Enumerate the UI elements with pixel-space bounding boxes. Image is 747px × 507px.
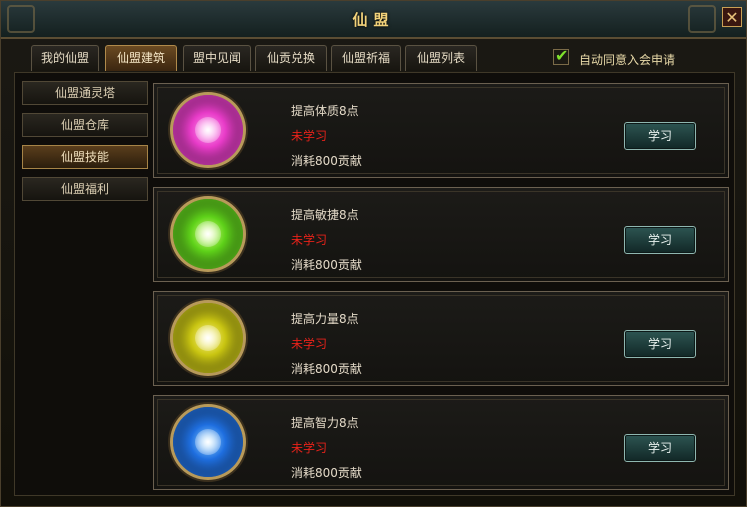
skill-card-intelligence: 提高智力8点 未学习 消耗800贡献 学习 [153,395,729,490]
skill-name: 提高体质8点 [291,104,359,118]
close-button[interactable]: ✕ [722,7,742,27]
skill-status: 未学习 [291,233,328,247]
tab-contribution-exchange[interactable]: 仙贡兑换 [255,45,327,71]
auto-accept-label: 自动同意入会申请 [579,53,676,67]
skill-card-agility: 提高敏捷8点 未学习 消耗800贡献 学习 [153,187,729,282]
skill-name: 提高敏捷8点 [291,208,359,222]
auto-accept-checkbox[interactable]: ✔ [553,46,569,65]
skill-name: 提高力量8点 [291,312,359,326]
skill-status: 未学习 [291,129,328,143]
skill-status: 未学习 [291,441,328,455]
guild-window: 仙盟 ✕ 我的仙盟 仙盟建筑 盟中见闻 仙贡兑换 仙盟祈福 仙盟列表 ✔ 自动同… [0,0,747,507]
window-title: 仙盟 [352,11,395,29]
skill-status: 未学习 [291,337,328,351]
skill-cost: 消耗800贡献 [291,362,362,376]
skill-card-constitution: 提高体质8点 未学习 消耗800贡献 学习 [153,83,729,178]
skill-cost: 消耗800贡献 [291,258,362,272]
tab-guild-list[interactable]: 仙盟列表 [405,45,477,71]
skill-name: 提高智力8点 [291,416,359,430]
tab-my-guild[interactable]: 我的仙盟 [31,45,99,71]
learn-button[interactable]: 学习 [624,434,696,462]
corner-ornament-icon [688,5,716,33]
checkmark-icon: ✔ [555,46,569,65]
learn-button[interactable]: 学习 [624,122,696,150]
skill-cost: 消耗800贡献 [291,466,362,480]
skill-cost: 消耗800贡献 [291,154,362,168]
close-icon: ✕ [725,8,739,27]
content-panel: 仙盟通灵塔 仙盟仓库 仙盟技能 仙盟福利 提高体质8点 未学习 消耗800贡献 … [14,72,735,496]
sidebar: 仙盟通灵塔 仙盟仓库 仙盟技能 仙盟福利 [22,81,150,209]
sidebar-item-welfare[interactable]: 仙盟福利 [22,177,148,201]
tab-guild-buildings[interactable]: 仙盟建筑 [105,45,177,71]
skill-orb-icon [170,92,246,168]
skill-orb-icon [170,404,246,480]
sidebar-item-skills[interactable]: 仙盟技能 [22,145,148,169]
title-bar[interactable]: 仙盟 ✕ [1,1,746,39]
tab-guild-news[interactable]: 盟中见闻 [183,45,251,71]
learn-button[interactable]: 学习 [624,226,696,254]
tab-guild-blessing[interactable]: 仙盟祈福 [331,45,401,71]
learn-button[interactable]: 学习 [624,330,696,358]
sidebar-item-warehouse[interactable]: 仙盟仓库 [22,113,148,137]
skill-card-strength: 提高力量8点 未学习 消耗800贡献 学习 [153,291,729,386]
skill-orb-icon [170,300,246,376]
sidebar-item-spirit-tower[interactable]: 仙盟通灵塔 [22,81,148,105]
skill-orb-icon [170,196,246,272]
